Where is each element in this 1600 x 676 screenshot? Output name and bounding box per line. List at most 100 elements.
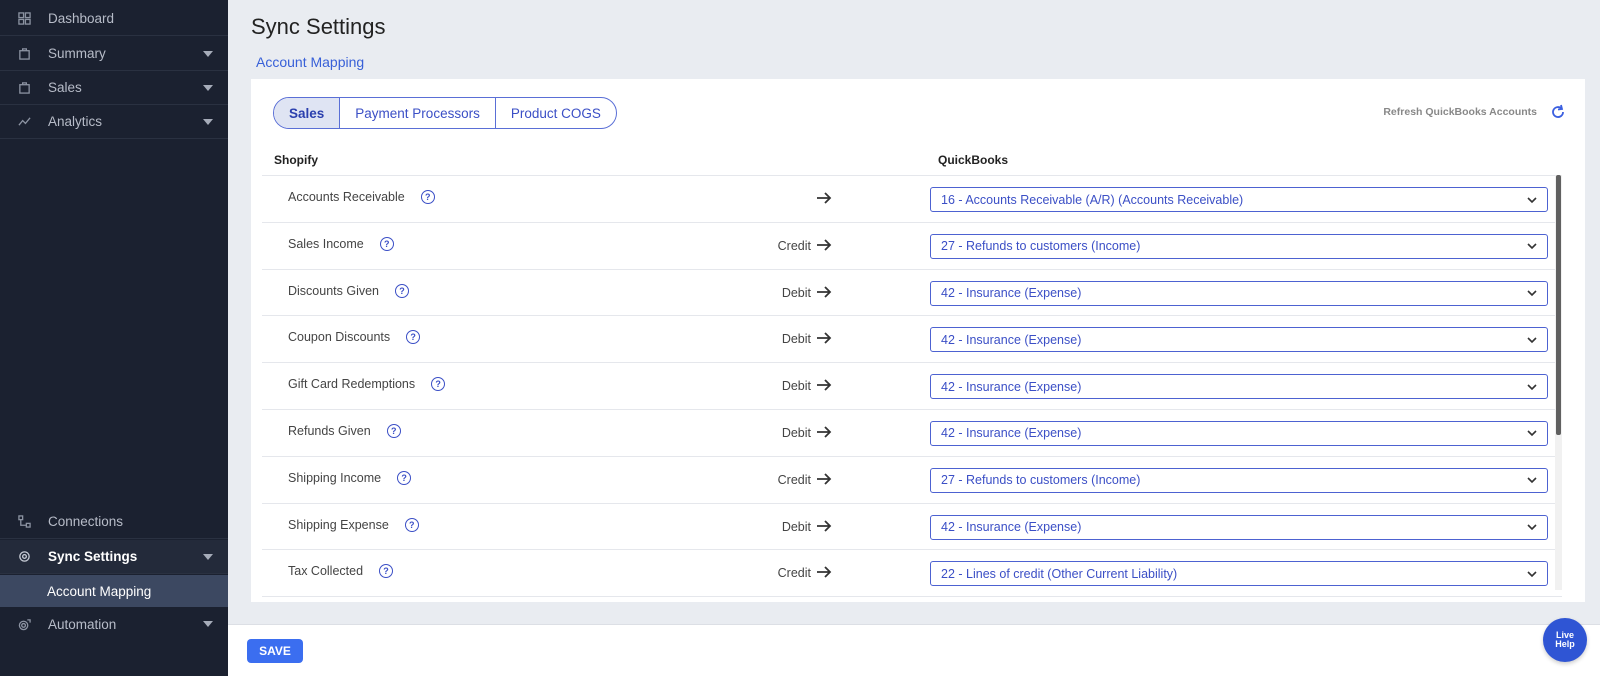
- select-value: 42 - Insurance (Expense): [941, 379, 1082, 394]
- table-row: Accounts Receivable? 16 - Accounts Recei…: [262, 176, 1562, 223]
- chevron-down-icon: [188, 50, 228, 57]
- row-label: Refunds Given: [288, 423, 371, 438]
- column-header-quickbooks: QuickBooks: [938, 153, 1009, 167]
- help-icon[interactable]: ?: [379, 564, 394, 579]
- tab-sales[interactable]: Sales: [274, 98, 341, 128]
- row-direction: Credit: [777, 238, 811, 253]
- arrow-right-icon: [815, 236, 833, 259]
- quickbooks-account-select[interactable]: 42 - Insurance (Expense): [930, 420, 1548, 446]
- chevron-down-icon: [1527, 243, 1537, 250]
- sidebar-item-summary[interactable]: Summary: [0, 37, 228, 71]
- quickbooks-account-select[interactable]: 42 - Insurance (Expense): [930, 374, 1548, 400]
- chevron-down-icon: [1527, 384, 1537, 390]
- table-row: Refunds Given? Debit 42 - Insurance (Exp…: [262, 410, 1562, 457]
- arrow-right-icon: [815, 423, 833, 446]
- bag-icon: [0, 47, 48, 60]
- quickbooks-account-select[interactable]: 42 - Insurance (Expense): [930, 327, 1548, 353]
- sidebar-item-label: Dashboard: [48, 11, 115, 26]
- table-row: Tax Collected? Credit 22 - Lines of cred…: [262, 550, 1562, 597]
- sidebar-item-analytics[interactable]: Analytics: [0, 105, 228, 139]
- chevron-down-icon: [1527, 196, 1537, 203]
- table-row: Coupon Discounts? Debit 42 - Insurance (…: [262, 316, 1562, 364]
- scrollbar[interactable]: [1555, 175, 1562, 590]
- select-value: 16 - Accounts Receivable (A/R) (Accounts…: [941, 192, 1244, 207]
- sidebar-item-connections[interactable]: Connections: [0, 505, 228, 539]
- help-icon[interactable]: ?: [420, 190, 435, 204]
- table-row: Shipping Expense? Debit 42 - Insurance (…: [262, 504, 1562, 551]
- table-row: Shipping Income? Credit 27 - Refunds to …: [262, 457, 1562, 504]
- quickbooks-account-select[interactable]: 16 - Accounts Receivable (A/R) (Accounts…: [930, 187, 1548, 212]
- live-help-button[interactable]: Live Help: [1543, 618, 1587, 662]
- row-label: Tax Collected: [288, 564, 364, 579]
- row-direction: Debit: [781, 379, 811, 394]
- quickbooks-account-select[interactable]: 22 - Lines of credit (Other Current Liab…: [930, 561, 1548, 587]
- sidebar-item-label: Connections: [48, 514, 124, 529]
- chevron-down-icon: [188, 553, 228, 560]
- footer-bar: SAVE: [228, 624, 1600, 676]
- mapping-card: Sales Payment Processors Product COGS Re…: [251, 79, 1585, 602]
- tab-product-cogs[interactable]: Product COGS: [496, 98, 616, 128]
- trend-icon: [0, 115, 48, 128]
- live-help-line2: Help: [1555, 639, 1575, 649]
- arrow-right-icon: [815, 517, 833, 540]
- select-value: 22 - Lines of credit (Other Current Liab…: [941, 566, 1178, 581]
- sidebar: Dashboard Summary Sales Analytics Connec…: [0, 0, 228, 676]
- row-label: Accounts Receivable: [288, 190, 405, 204]
- select-value: 42 - Insurance (Expense): [941, 520, 1082, 535]
- arrow-right-icon: [815, 329, 833, 352]
- sidebar-item-label: Analytics: [48, 114, 103, 129]
- help-icon[interactable]: ?: [431, 377, 446, 392]
- tab-payment-processors[interactable]: Payment Processors: [340, 98, 496, 128]
- bag-icon: [0, 81, 48, 94]
- help-icon[interactable]: ?: [379, 236, 394, 251]
- refresh-label: Refresh QuickBooks Accounts: [1383, 106, 1537, 118]
- row-label: Shipping Expense: [288, 517, 389, 532]
- sidebar-item-label: Sync Settings: [48, 549, 138, 564]
- chevron-down-icon: [188, 84, 228, 91]
- row-label: Coupon Discounts: [288, 330, 391, 345]
- sidebar-item-sales[interactable]: Sales: [0, 71, 228, 105]
- grid-icon: [0, 12, 48, 25]
- quickbooks-account-select[interactable]: 42 - Insurance (Expense): [930, 280, 1548, 306]
- chevron-down-icon: [1527, 290, 1537, 297]
- quickbooks-account-select[interactable]: 42 - Insurance (Expense): [930, 514, 1548, 540]
- section-title: Account Mapping: [256, 54, 365, 70]
- chevron-down-icon: [1527, 477, 1537, 484]
- chevron-down-icon: [1527, 571, 1537, 578]
- quickbooks-account-select[interactable]: 27 - Refunds to customers (Income): [930, 233, 1548, 259]
- arrow-right-icon: [815, 470, 833, 493]
- row-label: Discounts Given: [288, 283, 380, 298]
- row-direction: Debit: [781, 332, 811, 347]
- row-direction: Debit: [781, 425, 811, 440]
- page-title: Sync Settings: [251, 14, 386, 39]
- table-row: Discounts Given? Debit 42 - Insurance (E…: [262, 270, 1562, 317]
- scrollbar-thumb[interactable]: [1556, 175, 1561, 435]
- help-icon[interactable]: ?: [397, 470, 412, 485]
- sidebar-item-dashboard[interactable]: Dashboard: [0, 2, 228, 36]
- row-direction: Credit: [777, 472, 811, 487]
- chevron-down-icon: [1527, 524, 1537, 531]
- quickbooks-account-select[interactable]: 27 - Refunds to customers (Income): [930, 467, 1548, 493]
- help-icon[interactable]: ?: [404, 517, 419, 532]
- chevron-down-icon: [1527, 337, 1537, 344]
- sidebar-item-automation[interactable]: Automation: [0, 607, 228, 641]
- sidebar-item-sync-settings[interactable]: Sync Settings: [0, 540, 228, 574]
- row-label: Sales Income: [288, 236, 364, 251]
- sidebar-item-label: Automation: [48, 616, 117, 632]
- mapping-table: Accounts Receivable? 16 - Accounts Recei…: [262, 175, 1562, 597]
- table-row: Sales Income? Credit 27 - Refunds to cus…: [262, 223, 1562, 270]
- select-value: 42 - Insurance (Expense): [941, 426, 1082, 441]
- help-icon[interactable]: ?: [386, 423, 401, 438]
- refresh-icon[interactable]: [1549, 103, 1567, 121]
- row-label: Gift Card Redemptions: [288, 377, 416, 392]
- help-icon[interactable]: ?: [395, 283, 410, 298]
- help-icon[interactable]: ?: [406, 330, 421, 345]
- save-button[interactable]: SAVE: [247, 639, 303, 663]
- refresh-quickbooks[interactable]: Refresh QuickBooks Accounts: [1383, 103, 1567, 121]
- sidebar-subitem-account-mapping[interactable]: Account Mapping: [0, 575, 228, 607]
- arrow-right-icon: [815, 283, 833, 306]
- select-value: 42 - Insurance (Expense): [941, 332, 1082, 347]
- row-label: Shipping Income: [288, 470, 382, 485]
- sidebar-item-label: Summary: [48, 46, 106, 61]
- column-header-shopify: Shopify: [274, 153, 318, 167]
